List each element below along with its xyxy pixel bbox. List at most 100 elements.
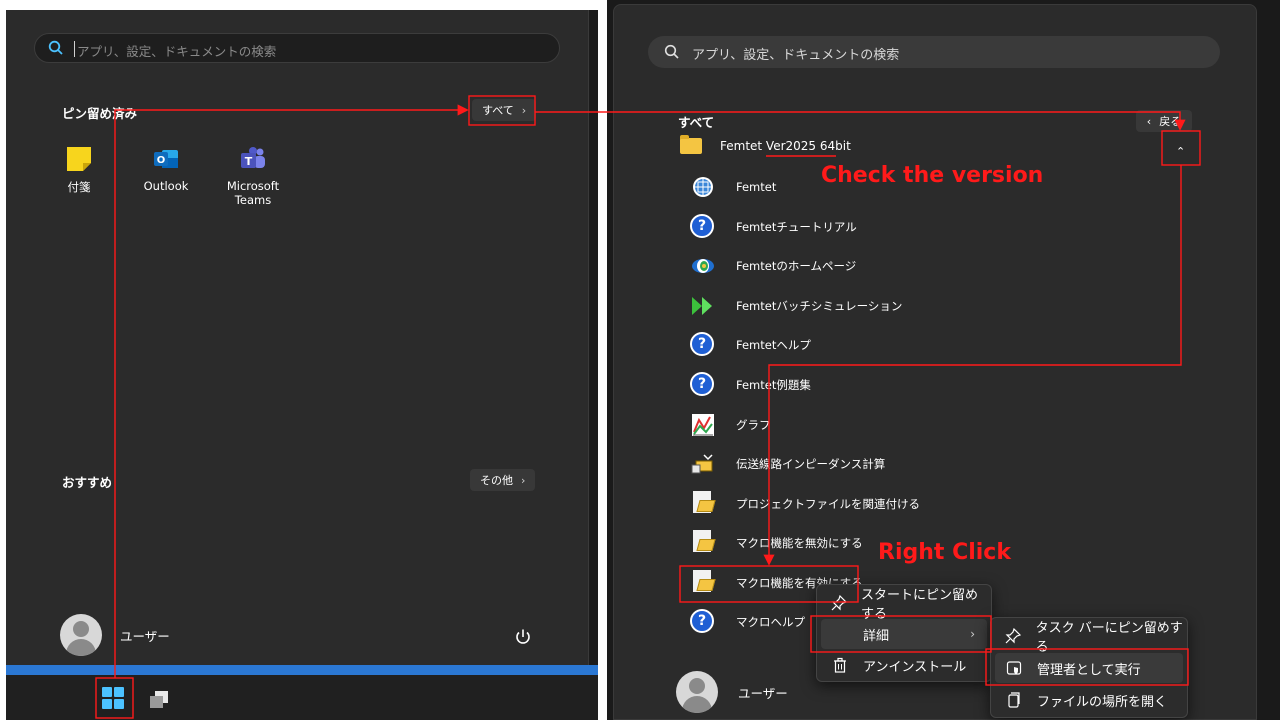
search-icon	[48, 40, 63, 55]
app-label: 伝送線路インピーダンス計算	[736, 457, 886, 471]
app-label: グラフ	[736, 418, 771, 432]
user-account-button[interactable]: ユーザー	[676, 671, 788, 713]
pinned-app-label: Outlook	[143, 179, 189, 193]
app-label: Femtetのホームページ	[736, 259, 857, 273]
script-icon	[690, 530, 716, 556]
app-label: Femtetチュートリアル	[736, 220, 857, 234]
app-associate-project[interactable]: プロジェクトファイルを関連付ける	[690, 490, 920, 518]
pinned-app-teams[interactable]: T Microsoft Teams	[208, 145, 298, 207]
app-label: Femtetヘルプ	[736, 338, 811, 352]
submenu-label: 管理者として実行	[1037, 662, 1141, 678]
context-menu-label: アンインストール	[863, 659, 967, 675]
outlook-icon: O	[152, 145, 180, 173]
sticky-notes-icon	[65, 145, 93, 173]
file-copy-icon	[1005, 691, 1023, 709]
app-femtet-examples[interactable]: ? Femtet例題集	[690, 371, 811, 399]
pinned-app-sticky-notes[interactable]: 付箋	[34, 145, 124, 195]
blank-icon	[831, 625, 849, 643]
help-icon: ?	[690, 609, 716, 635]
chevron-up-icon[interactable]: ⌃	[1176, 145, 1185, 158]
help-icon: ?	[690, 332, 716, 358]
user-name: ユーザー	[120, 628, 170, 644]
help-icon: ?	[690, 214, 716, 240]
context-menu: スタートにピン留めする 詳細 › アンインストール	[816, 584, 992, 682]
submenu-label: ファイルの場所を開く	[1037, 694, 1168, 710]
pinned-section-title: ピン留め済み	[62, 106, 138, 121]
shield-window-icon	[1005, 659, 1023, 677]
back-button-label: 戻る	[1159, 115, 1182, 128]
folder-name: Femtet Ver2025 64bit	[720, 139, 851, 153]
context-menu-label: 詳細	[863, 628, 890, 644]
app-femtet[interactable]: Femtet	[690, 173, 776, 201]
search-box[interactable]: アプリ、設定、ドキュメントの検索	[648, 36, 1220, 68]
pin-to-start-item[interactable]: スタートにピン留めする	[821, 588, 987, 622]
more-details-item[interactable]: 詳細 ›	[821, 619, 987, 649]
search-box[interactable]: アプリ、設定、ドキュメントの検索	[34, 33, 560, 63]
pin-icon	[831, 594, 847, 612]
avatar	[60, 614, 102, 656]
pin-icon	[1005, 627, 1022, 645]
svg-text:T: T	[245, 155, 253, 168]
recommended-section-title: おすすめ	[62, 475, 113, 490]
app-femtet-tutorial[interactable]: ? Femtetチュートリアル	[690, 213, 857, 241]
app-disable-macro[interactable]: マクロ機能を無効にする	[690, 529, 863, 557]
app-femtet-homepage[interactable]: Femtetのホームページ	[690, 252, 856, 280]
windows-start-icon[interactable]	[102, 687, 124, 709]
open-file-location-item[interactable]: ファイルの場所を開く	[995, 685, 1183, 715]
more-button-label: その他	[480, 474, 513, 487]
power-icon[interactable]	[513, 627, 533, 647]
search-placeholder: アプリ、設定、ドキュメントの検索	[77, 44, 277, 59]
all-apps-button-label: すべて	[482, 104, 514, 117]
uninstall-item[interactable]: アンインストール	[821, 650, 987, 680]
pinned-app-label: 付箋	[67, 180, 91, 194]
app-femtet-batch[interactable]: Femtetバッチシミュレーション	[690, 292, 902, 320]
graph-icon	[690, 412, 716, 438]
help-icon: ?	[690, 372, 716, 398]
app-label: Femtet	[736, 180, 777, 194]
chevron-left-icon: ‹	[1146, 114, 1152, 128]
femtet-folder[interactable]: Femtet Ver2025 64bit	[680, 135, 851, 154]
user-account-button[interactable]: ユーザー	[60, 614, 170, 656]
text-caret	[74, 41, 75, 57]
start-menu-pinned-panel: アプリ、設定、ドキュメントの検索 ピン留め済み すべて › 付箋 O Outlo…	[6, 10, 598, 720]
app-macro-help[interactable]: ? マクロヘルプ	[690, 608, 805, 636]
desktop-edge	[6, 665, 598, 675]
search-icon	[664, 44, 679, 59]
app-label: Femtet例題集	[736, 378, 811, 392]
app-label: マクロ機能を無効にする	[736, 536, 863, 550]
pinned-app-label: Microsoft Teams	[226, 179, 280, 207]
more-button[interactable]: その他 ›	[470, 469, 536, 491]
script-icon	[690, 491, 716, 517]
avatar	[676, 671, 718, 713]
submenu-label: タスク バーにピン留めする	[1035, 621, 1183, 655]
chevron-right-icon: ›	[970, 627, 975, 641]
app-label: マクロヘルプ	[736, 615, 805, 629]
task-view-icon[interactable]	[148, 689, 170, 709]
start-menu: アプリ、設定、ドキュメントの検索 ピン留め済み すべて › 付箋 O Outlo…	[6, 10, 589, 665]
batch-icon	[690, 293, 716, 319]
teams-icon: T	[239, 145, 267, 173]
app-impedance-calc[interactable]: 伝送線路インピーダンス計算	[690, 450, 885, 478]
back-button[interactable]: ‹ 戻る	[1136, 110, 1192, 132]
svg-text:O: O	[157, 155, 166, 166]
run-as-admin-item[interactable]: 管理者として実行	[995, 653, 1183, 683]
submenu: タスク バーにピン留めする 管理者として実行 ファイルの場所を開く	[990, 617, 1188, 718]
pin-to-taskbar-item[interactable]: タスク バーにピン留めする	[995, 621, 1183, 655]
app-label: プロジェクトファイルを関連付ける	[736, 497, 920, 511]
chevron-right-icon: ›	[521, 103, 527, 117]
user-name: ユーザー	[738, 685, 788, 701]
trash-icon	[831, 656, 849, 674]
app-femtet-help[interactable]: ? Femtetヘルプ	[690, 331, 811, 359]
context-menu-label: スタートにピン留めする	[861, 588, 979, 622]
pinned-app-outlook[interactable]: O Outlook	[121, 145, 211, 193]
annotation-check-version: Check the version	[821, 163, 1044, 188]
all-apps-button[interactable]: すべて ›	[472, 99, 537, 121]
annotation-right-click: Right Click	[878, 540, 1011, 565]
all-apps-title: すべて	[678, 115, 715, 130]
taskbar	[6, 675, 598, 720]
calculator-icon	[690, 451, 716, 477]
chevron-right-icon: ›	[521, 473, 526, 487]
app-label: Femtetバッチシミュレーション	[736, 299, 903, 313]
app-graph[interactable]: グラフ	[690, 411, 771, 439]
script-icon	[690, 570, 716, 596]
